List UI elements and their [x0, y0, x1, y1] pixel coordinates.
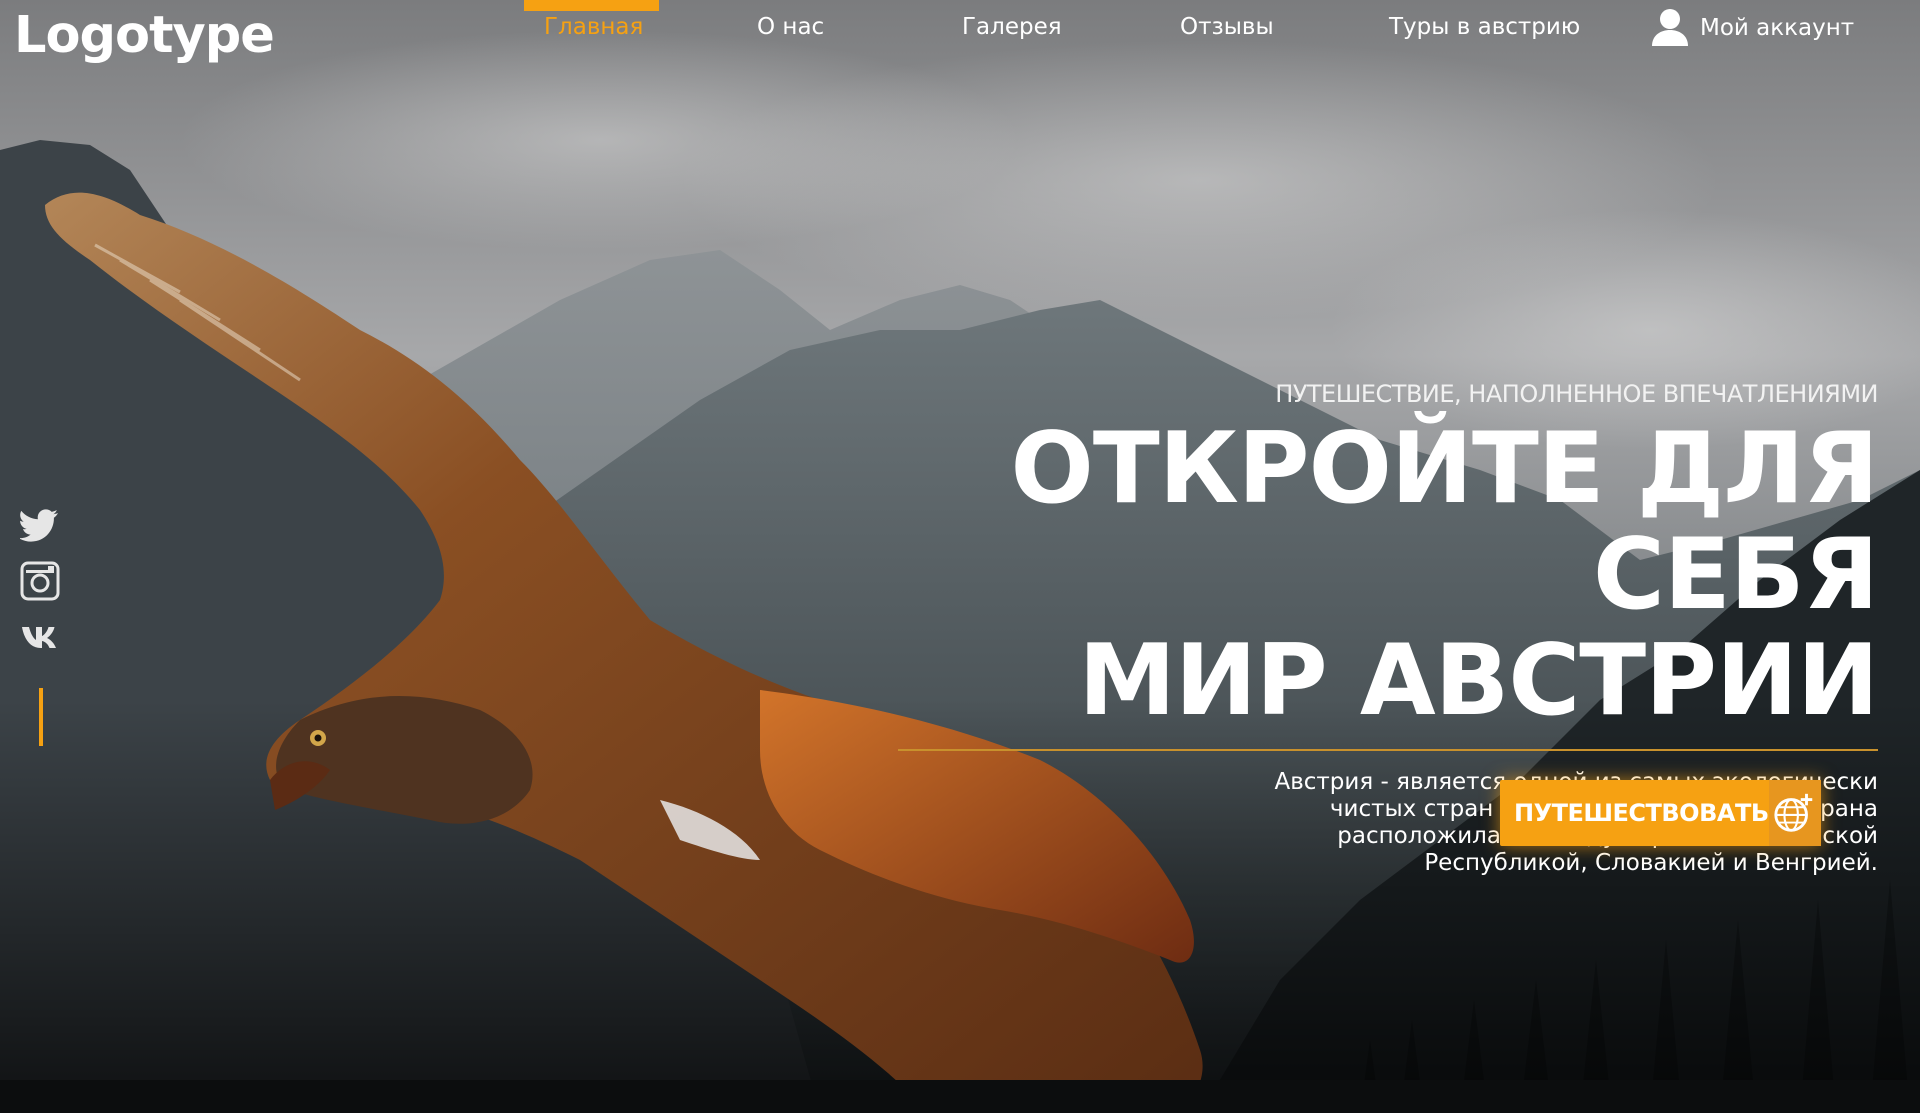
- hero-headline-line-2: МИР АВСТРИИ: [1078, 624, 1879, 738]
- nav-item-about[interactable]: О нас: [757, 14, 824, 40]
- main-navigation: Главная О нас Галерея Отзывы Туры в авст…: [0, 0, 1920, 60]
- user-icon: [1652, 9, 1688, 46]
- globe-plus-icon: [1768, 780, 1821, 846]
- hero-subtitle: ПУТЕШЕСТВИЕ, НАПОЛНЕННОЕ ВПЕЧАТЛЕНИЯМИ: [1275, 380, 1878, 408]
- nav-item-home[interactable]: Главная: [544, 14, 643, 40]
- account-label: Мой аккаунт: [1700, 15, 1855, 41]
- travel-button-label: ПУТЕШЕСТВОВАТЬ: [1514, 799, 1769, 827]
- hero-section: Logotype Главная О нас Галерея Отзывы Ту…: [0, 0, 1920, 1113]
- hero-divider: [898, 749, 1878, 751]
- hero-headline-line-1: ОТКРОЙТЕ ДЛЯ СЕБЯ: [1010, 412, 1879, 632]
- instagram-icon[interactable]: [20, 561, 60, 601]
- vk-icon[interactable]: [20, 617, 60, 657]
- social-accent-line: [39, 688, 43, 746]
- nav-active-indicator: [524, 0, 659, 11]
- nav-item-reviews[interactable]: Отзывы: [1180, 14, 1274, 40]
- twitter-icon[interactable]: [20, 505, 60, 545]
- nav-item-gallery[interactable]: Галерея: [962, 14, 1062, 40]
- travel-button[interactable]: ПУТЕШЕСТВОВАТЬ: [1500, 780, 1821, 846]
- hero-headline: ОТКРОЙТЕ ДЛЯ СЕБЯ МИР АВСТРИИ: [838, 416, 1879, 734]
- bottom-strip: [0, 1080, 1920, 1113]
- account-link[interactable]: Мой аккаунт: [1648, 6, 1854, 50]
- nav-item-tours[interactable]: Туры в австрию: [1389, 14, 1580, 40]
- social-links: [20, 505, 64, 746]
